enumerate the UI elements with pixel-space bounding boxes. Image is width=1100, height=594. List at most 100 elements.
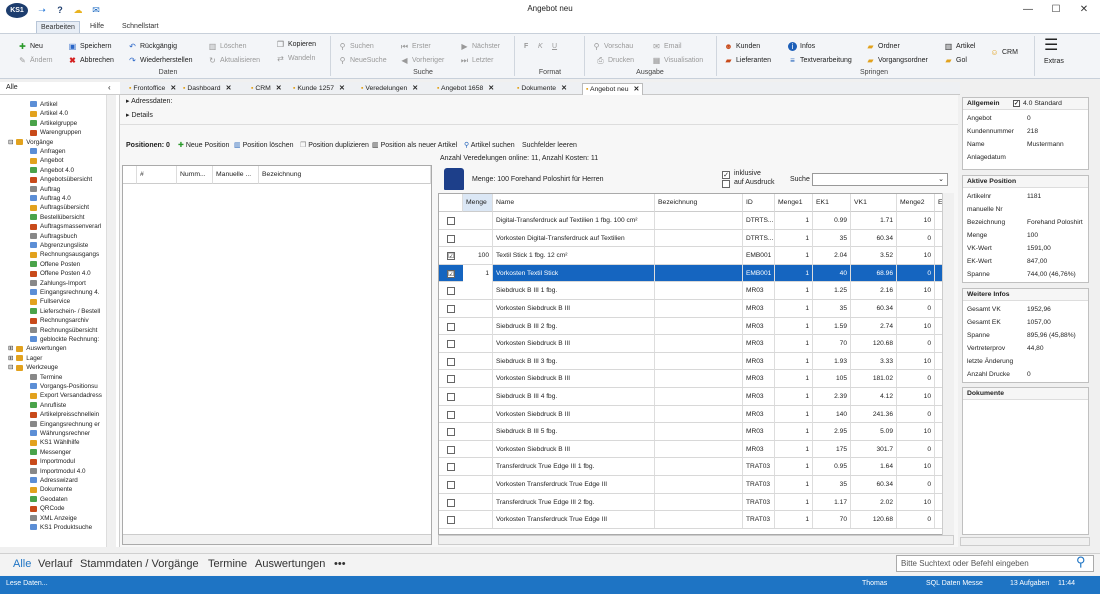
nav-item[interactable]: Rechnungsübersicht (30, 327, 97, 335)
row-checkbox[interactable]: ☑ (447, 269, 455, 278)
abbrechen-button[interactable]: ✖ Abbrechen (68, 55, 114, 67)
table-row[interactable]: Vorkosten Siebdruck B III MR03 1 35 60.34 0 (439, 300, 943, 318)
search-icon[interactable]: ⚲ (1076, 554, 1086, 570)
tab-bearbeiten[interactable]: Bearbeiten (36, 21, 80, 33)
vorgangsordner-button[interactable]: ▰ Vorgangsordner (866, 55, 927, 67)
nav-item[interactable]: Vorgangs-Positionsu (30, 383, 98, 391)
cell-menge[interactable] (463, 352, 493, 370)
table-row[interactable]: ☑ 100 Textil Stick 1 fbg. 12 cm² EMB001 1 2.0… (439, 247, 943, 265)
vorschau-button[interactable]: ⚲ Vorschau (592, 41, 634, 53)
grid-header-menge2[interactable]: Menge2 (897, 194, 935, 212)
close-tab-icon[interactable]: ✕ (634, 86, 640, 93)
expand-icon[interactable]: ⊞ (8, 345, 13, 352)
grid-header-menge[interactable]: Menge (463, 194, 493, 212)
cell-menge[interactable] (463, 370, 493, 388)
row-checkbox[interactable] (447, 217, 455, 225)
nav-item[interactable]: QRCode (30, 505, 65, 513)
ordner-button[interactable]: ▰ Ordner (866, 41, 899, 53)
suchfelder-leeren-button[interactable]: Suchfelder leeren (522, 140, 577, 152)
nav-item[interactable]: Geodaten (30, 496, 68, 504)
collapse-icon[interactable]: ‹ (108, 83, 111, 92)
expand-icon[interactable]: ⊟ (8, 364, 13, 371)
chevron-down-icon[interactable]: ⌄ (938, 176, 944, 183)
row-checkbox[interactable] (447, 340, 455, 349)
email-button[interactable]: ✉ Email (652, 41, 681, 53)
section-adressdaten[interactable]: ▸ Adressdaten: (126, 96, 172, 107)
infos-button[interactable]: i Infos (788, 41, 815, 53)
cell-menge[interactable] (463, 282, 493, 300)
erster-button[interactable]: ⏮ Erster (400, 41, 431, 53)
textverarbeitung-button[interactable]: ≡ Textverarbeitung (788, 55, 852, 67)
neu-button[interactable]: ✚ Neu (18, 41, 43, 53)
nav-item[interactable]: Warengruppen (30, 129, 81, 137)
italic-button[interactable]: K (538, 41, 543, 53)
doc-tab[interactable]: ▪ Dashboard ✕ (180, 83, 234, 95)
grid-header-vk1[interactable]: VK1 (851, 194, 897, 212)
suchen-button[interactable]: ⚲ Suchen (338, 41, 374, 53)
grid-header-id[interactable]: ID (743, 194, 775, 212)
nav-item[interactable]: Dokumente (30, 486, 72, 494)
nav-item[interactable]: Artikelpreisschnellein (30, 411, 99, 419)
nav-item[interactable]: Abgrenzungsliste (30, 242, 88, 250)
grid-header-nummer[interactable]: Numm... (177, 166, 213, 184)
doc-tab[interactable]: ▪ Frontoffice ✕ (126, 83, 179, 95)
bold-button[interactable]: F (524, 41, 528, 53)
row-checkbox[interactable] (447, 498, 455, 507)
cell-menge[interactable]: 1 (463, 264, 493, 282)
row-checkbox[interactable] (447, 463, 455, 472)
nav-item[interactable]: Artikel 4.0 (30, 110, 68, 118)
close-tab-icon[interactable]: ✕ (339, 85, 345, 92)
close-tab-icon[interactable]: ✕ (488, 85, 494, 92)
doc-tab[interactable]: ▪ CRM ✕ (248, 83, 285, 95)
cell-menge[interactable] (463, 405, 493, 423)
section-details[interactable]: ▸ Details (126, 110, 153, 121)
nav-item[interactable]: Auftragsmassenverarl (30, 223, 101, 231)
row-checkbox[interactable] (447, 428, 455, 437)
vorheriger-button[interactable]: ◀ Vorheriger (400, 55, 444, 67)
hamburger-icon[interactable]: ☰ (1044, 38, 1058, 54)
suche-dropdown[interactable]: ⌄ (812, 173, 948, 186)
nav-item[interactable]: Anfragen (30, 148, 66, 156)
nav-item[interactable]: Rechnungsausgangs (30, 251, 99, 259)
cell-menge[interactable] (463, 317, 493, 335)
nav-auswertungen[interactable]: Auswertungen (255, 557, 325, 571)
nav-item[interactable]: Auftrag 4.0 (30, 195, 71, 203)
table-row[interactable]: Transferdruck True Edge III 1 fbg. TRAT03… (439, 458, 943, 476)
nav-item[interactable]: Auftragsbuch (30, 233, 77, 241)
row-checkbox[interactable] (447, 516, 455, 525)
close-tab-icon[interactable]: ✕ (561, 85, 567, 92)
nav-item[interactable]: Termine (30, 374, 62, 382)
cell-menge[interactable] (463, 440, 493, 458)
minimize-button[interactable]: — (1014, 0, 1042, 20)
doc-tab[interactable]: ▪ Angebot 1658 ✕ (434, 83, 497, 95)
nav-item[interactable]: Offene Posten 4.0 (30, 270, 91, 278)
table-row[interactable]: Siebdruck B III 2 fbg. MR03 1 1.59 2.74 10 (439, 317, 943, 336)
close-button[interactable]: ✕ (1070, 0, 1098, 20)
cell-menge[interactable] (463, 476, 493, 493)
nav-item[interactable]: KS1 Wählhilfe (30, 439, 80, 447)
neuesuche-button[interactable]: ⚲ NeueSuche (338, 55, 387, 67)
grid-horizontal-scrollbar[interactable] (438, 535, 954, 545)
speichern-button[interactable]: ▣ Speichern (68, 41, 112, 53)
tab-schnellstart[interactable]: Schnellstart (118, 21, 163, 33)
nav-item[interactable]: Auftragsübersicht (30, 204, 89, 212)
row-checkbox[interactable] (447, 305, 455, 313)
artikel-suchen-button[interactable]: ⚲ Artikel suchen (464, 140, 515, 152)
nav-item[interactable]: Messenger (30, 449, 71, 457)
nav-item[interactable]: Eingangsrechnung 4. (30, 289, 100, 297)
nav-more[interactable]: ••• (334, 557, 346, 571)
cell-menge[interactable] (463, 229, 493, 247)
expand-icon[interactable]: ⊞ (8, 355, 13, 362)
position-loschen-button[interactable]: ▥ Position löschen (234, 140, 294, 152)
nav-item[interactable]: Artikelgruppe (30, 120, 77, 128)
row-checkbox[interactable] (447, 445, 455, 454)
status-tasks[interactable]: 13 Aufgaben (1010, 580, 1049, 587)
doc-tab[interactable]: ▪ Angebot neu ✕ (582, 83, 644, 95)
nav-item[interactable]: Lieferschein- / Bestell (30, 308, 100, 316)
table-row[interactable]: Vorkosten Siebdruck B III MR03 1 140 241.36 0 (439, 405, 943, 424)
cell-menge[interactable]: 100 (463, 247, 493, 265)
nav-item[interactable]: Fullservice (30, 298, 70, 306)
tab-hilfe[interactable]: Hilfe (86, 21, 108, 33)
cell-menge[interactable] (463, 458, 493, 476)
row-checkbox[interactable] (447, 393, 455, 401)
